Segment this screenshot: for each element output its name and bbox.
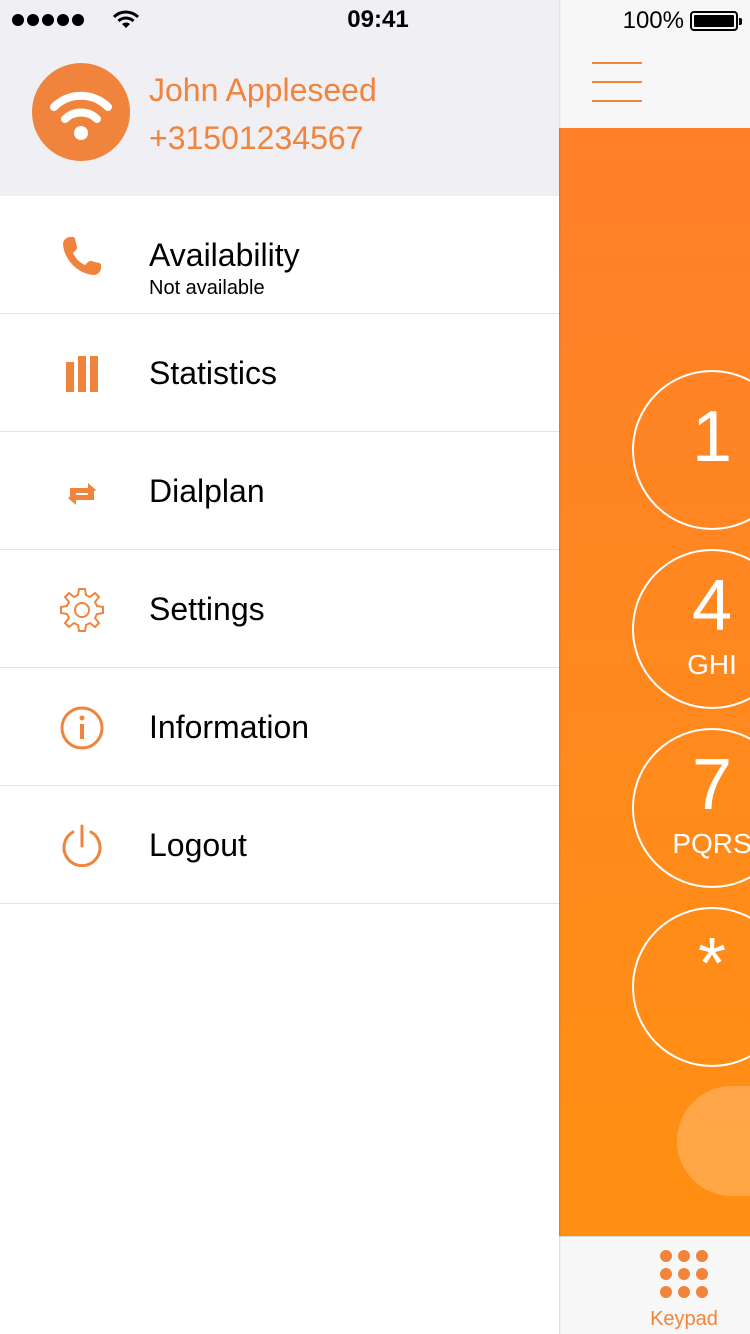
key-digit: * [697, 924, 727, 1004]
menu-item-logout[interactable]: Logout [0, 786, 559, 904]
menu-item-label: Availability [149, 237, 300, 273]
status-bar: 09:41 100% [0, 0, 750, 40]
key-letters: GHI [687, 649, 737, 680]
key-digit: 1 [691, 397, 733, 477]
keypad-key-7[interactable]: 7 PQRS [632, 728, 750, 888]
battery-icon [690, 11, 742, 31]
menu-item-label: Information [149, 709, 310, 745]
key-letters: PQRS [672, 828, 750, 859]
keypad-area: 1 4 GHI 7 PQRS * [559, 128, 750, 1236]
menu-item-statistics[interactable]: Statistics [0, 314, 559, 432]
menu-item-dialplan[interactable]: Dialplan [0, 432, 559, 550]
gear-icon [60, 588, 104, 632]
keypad-key-1[interactable]: 1 [632, 370, 750, 530]
battery-status: 100% [622, 7, 742, 35]
power-icon [62, 824, 102, 868]
menu-item-label: Settings [149, 591, 265, 627]
menu-item-information[interactable]: Information [0, 668, 559, 786]
menu-item-label: Dialplan [149, 473, 265, 509]
drawer-menu: Availability Not available Statistics Di… [0, 196, 559, 904]
wifi-logo-icon [50, 91, 112, 140]
swap-arrows-icon [68, 483, 96, 505]
battery-percentage: 100% [622, 7, 684, 34]
availability-status: Not available [149, 277, 265, 299]
user-name: John Appleseed [149, 72, 377, 108]
call-button[interactable] [677, 1086, 750, 1196]
keypad-key-4[interactable]: 4 GHI [632, 549, 750, 709]
menu-item-label: Statistics [149, 355, 278, 391]
menu-item-settings[interactable]: Settings [0, 550, 559, 668]
tab-bar: Keypad [559, 1236, 750, 1334]
key-digit: 4 [691, 566, 733, 646]
keypad-key-star[interactable]: * [632, 907, 750, 1067]
info-icon [60, 706, 104, 750]
menu-item-availability[interactable]: Availability Not available [0, 196, 559, 314]
phone-icon [63, 237, 101, 275]
menu-item-label: Logout [149, 827, 247, 863]
keypad-icon [660, 1250, 710, 1300]
drawer-edge-shadow [559, 0, 561, 1334]
key-digit: 7 [691, 745, 733, 825]
avatar [32, 63, 130, 161]
user-phone-number: +31501234567 [149, 120, 364, 156]
tab-keypad-label: Keypad [650, 1308, 718, 1330]
dialer-panel: 1 4 GHI 7 PQRS * Keypad [559, 0, 750, 1334]
bar-chart-icon [66, 356, 98, 392]
side-drawer: John Appleseed +31501234567 Availability… [0, 0, 559, 1334]
menu-icon[interactable] [592, 62, 642, 102]
